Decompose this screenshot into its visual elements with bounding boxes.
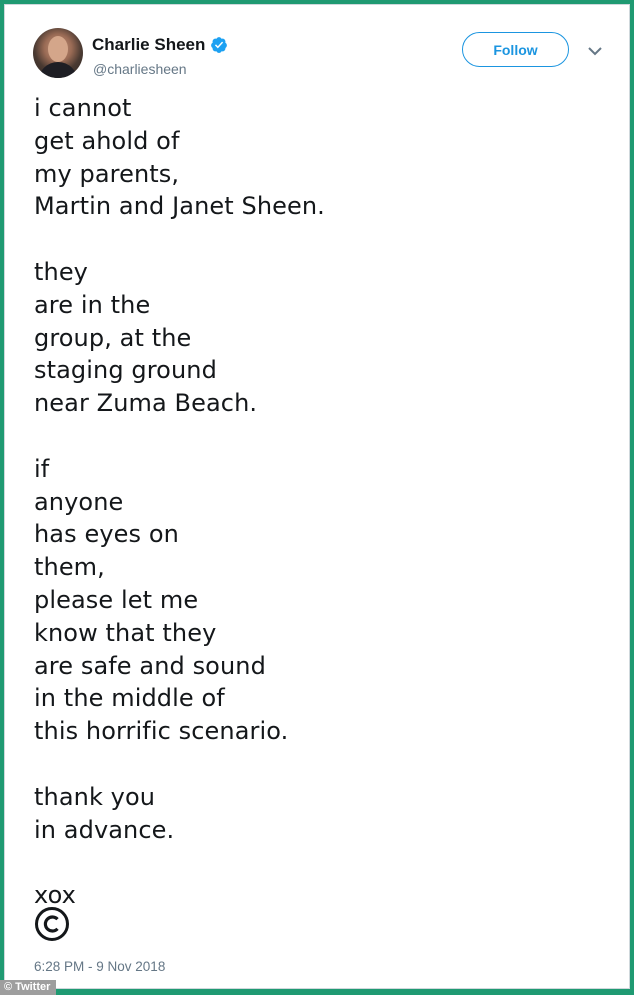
copyright-icon: [35, 907, 69, 941]
profile-avatar[interactable]: [33, 28, 83, 78]
chevron-down-icon[interactable]: [585, 43, 605, 59]
user-handle[interactable]: @charliesheen: [93, 61, 187, 77]
twitter-watermark: © Twitter: [0, 980, 57, 995]
follow-button[interactable]: Follow: [462, 32, 569, 67]
tweet-timestamp[interactable]: 6:28 PM - 9 Nov 2018: [34, 959, 165, 974]
tweet-card: Charlie Sheen @charliesheen Follow i can…: [4, 4, 630, 989]
avatar-face: [48, 36, 68, 62]
verified-badge-icon: [211, 37, 228, 53]
display-name[interactable]: Charlie Sheen: [92, 35, 205, 55]
tweet-text: i cannot get ahold of my parents, Martin…: [34, 94, 325, 910]
name-row: Charlie Sheen: [92, 35, 228, 55]
avatar-suit: [38, 62, 78, 78]
